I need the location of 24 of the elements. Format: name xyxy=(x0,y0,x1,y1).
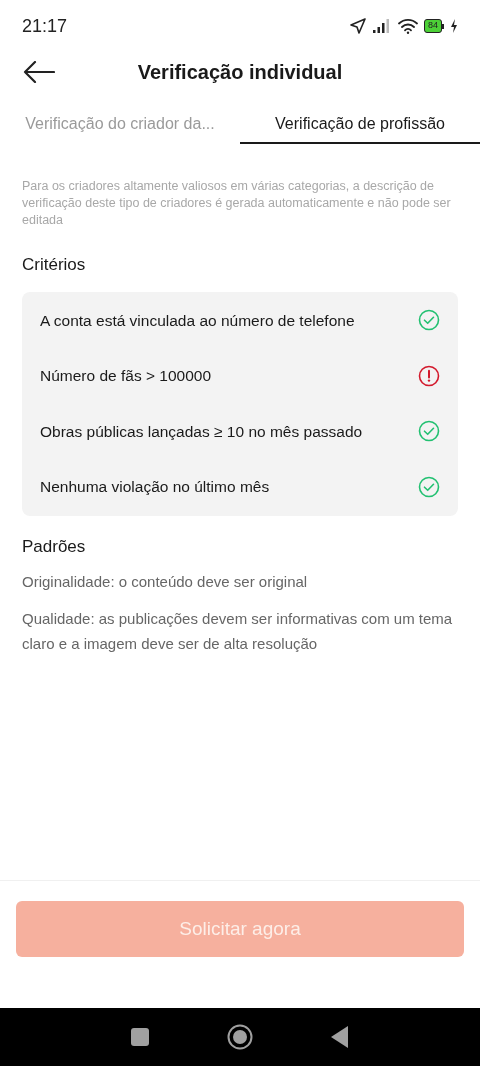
signal-icon xyxy=(372,19,392,33)
standard-text: Qualidade: as publicações devem ser informativas com um tema claro e a imagem deve ser de alta resolução xyxy=(22,609,454,654)
tab[interactable]: Verificação do criador da... xyxy=(0,92,240,144)
tab[interactable]: Verificação de profissão xyxy=(240,92,480,144)
check-circle-icon xyxy=(418,309,440,332)
check-circle-icon xyxy=(418,475,440,498)
description-text: Para os criadores altamente valiosos em várias categorias, a descrição de verificação deste tipo de criadores é gerada automaticamente e não pode ser editada xyxy=(22,178,452,229)
check-circle-icon xyxy=(418,420,440,443)
section-heading: Critérios xyxy=(22,254,87,276)
charging-icon xyxy=(450,19,458,33)
battery-indicator: 84 xyxy=(424,19,444,33)
criterion-label: Nenhuma violação no último mês xyxy=(40,477,270,498)
back-icon[interactable] xyxy=(331,1026,349,1048)
home-icon[interactable] xyxy=(227,1024,253,1050)
alert-circle-icon xyxy=(418,364,440,387)
wifi-icon xyxy=(398,18,418,34)
criterion-label: Obras públicas lançadas ≥ 10 no mês passado xyxy=(40,421,363,442)
section-heading: Padrões xyxy=(22,535,87,558)
location-icon xyxy=(350,18,366,34)
criterion-label: Número de fãs > 100000 xyxy=(40,366,212,387)
standard-text: Originalidade: o conteúdo deve ser original xyxy=(22,572,309,592)
page-title: Verificação individual xyxy=(137,60,343,85)
criterion-label: A conta está vinculada ao número de telefone xyxy=(40,310,355,331)
status-time: 21:17 xyxy=(22,14,68,38)
